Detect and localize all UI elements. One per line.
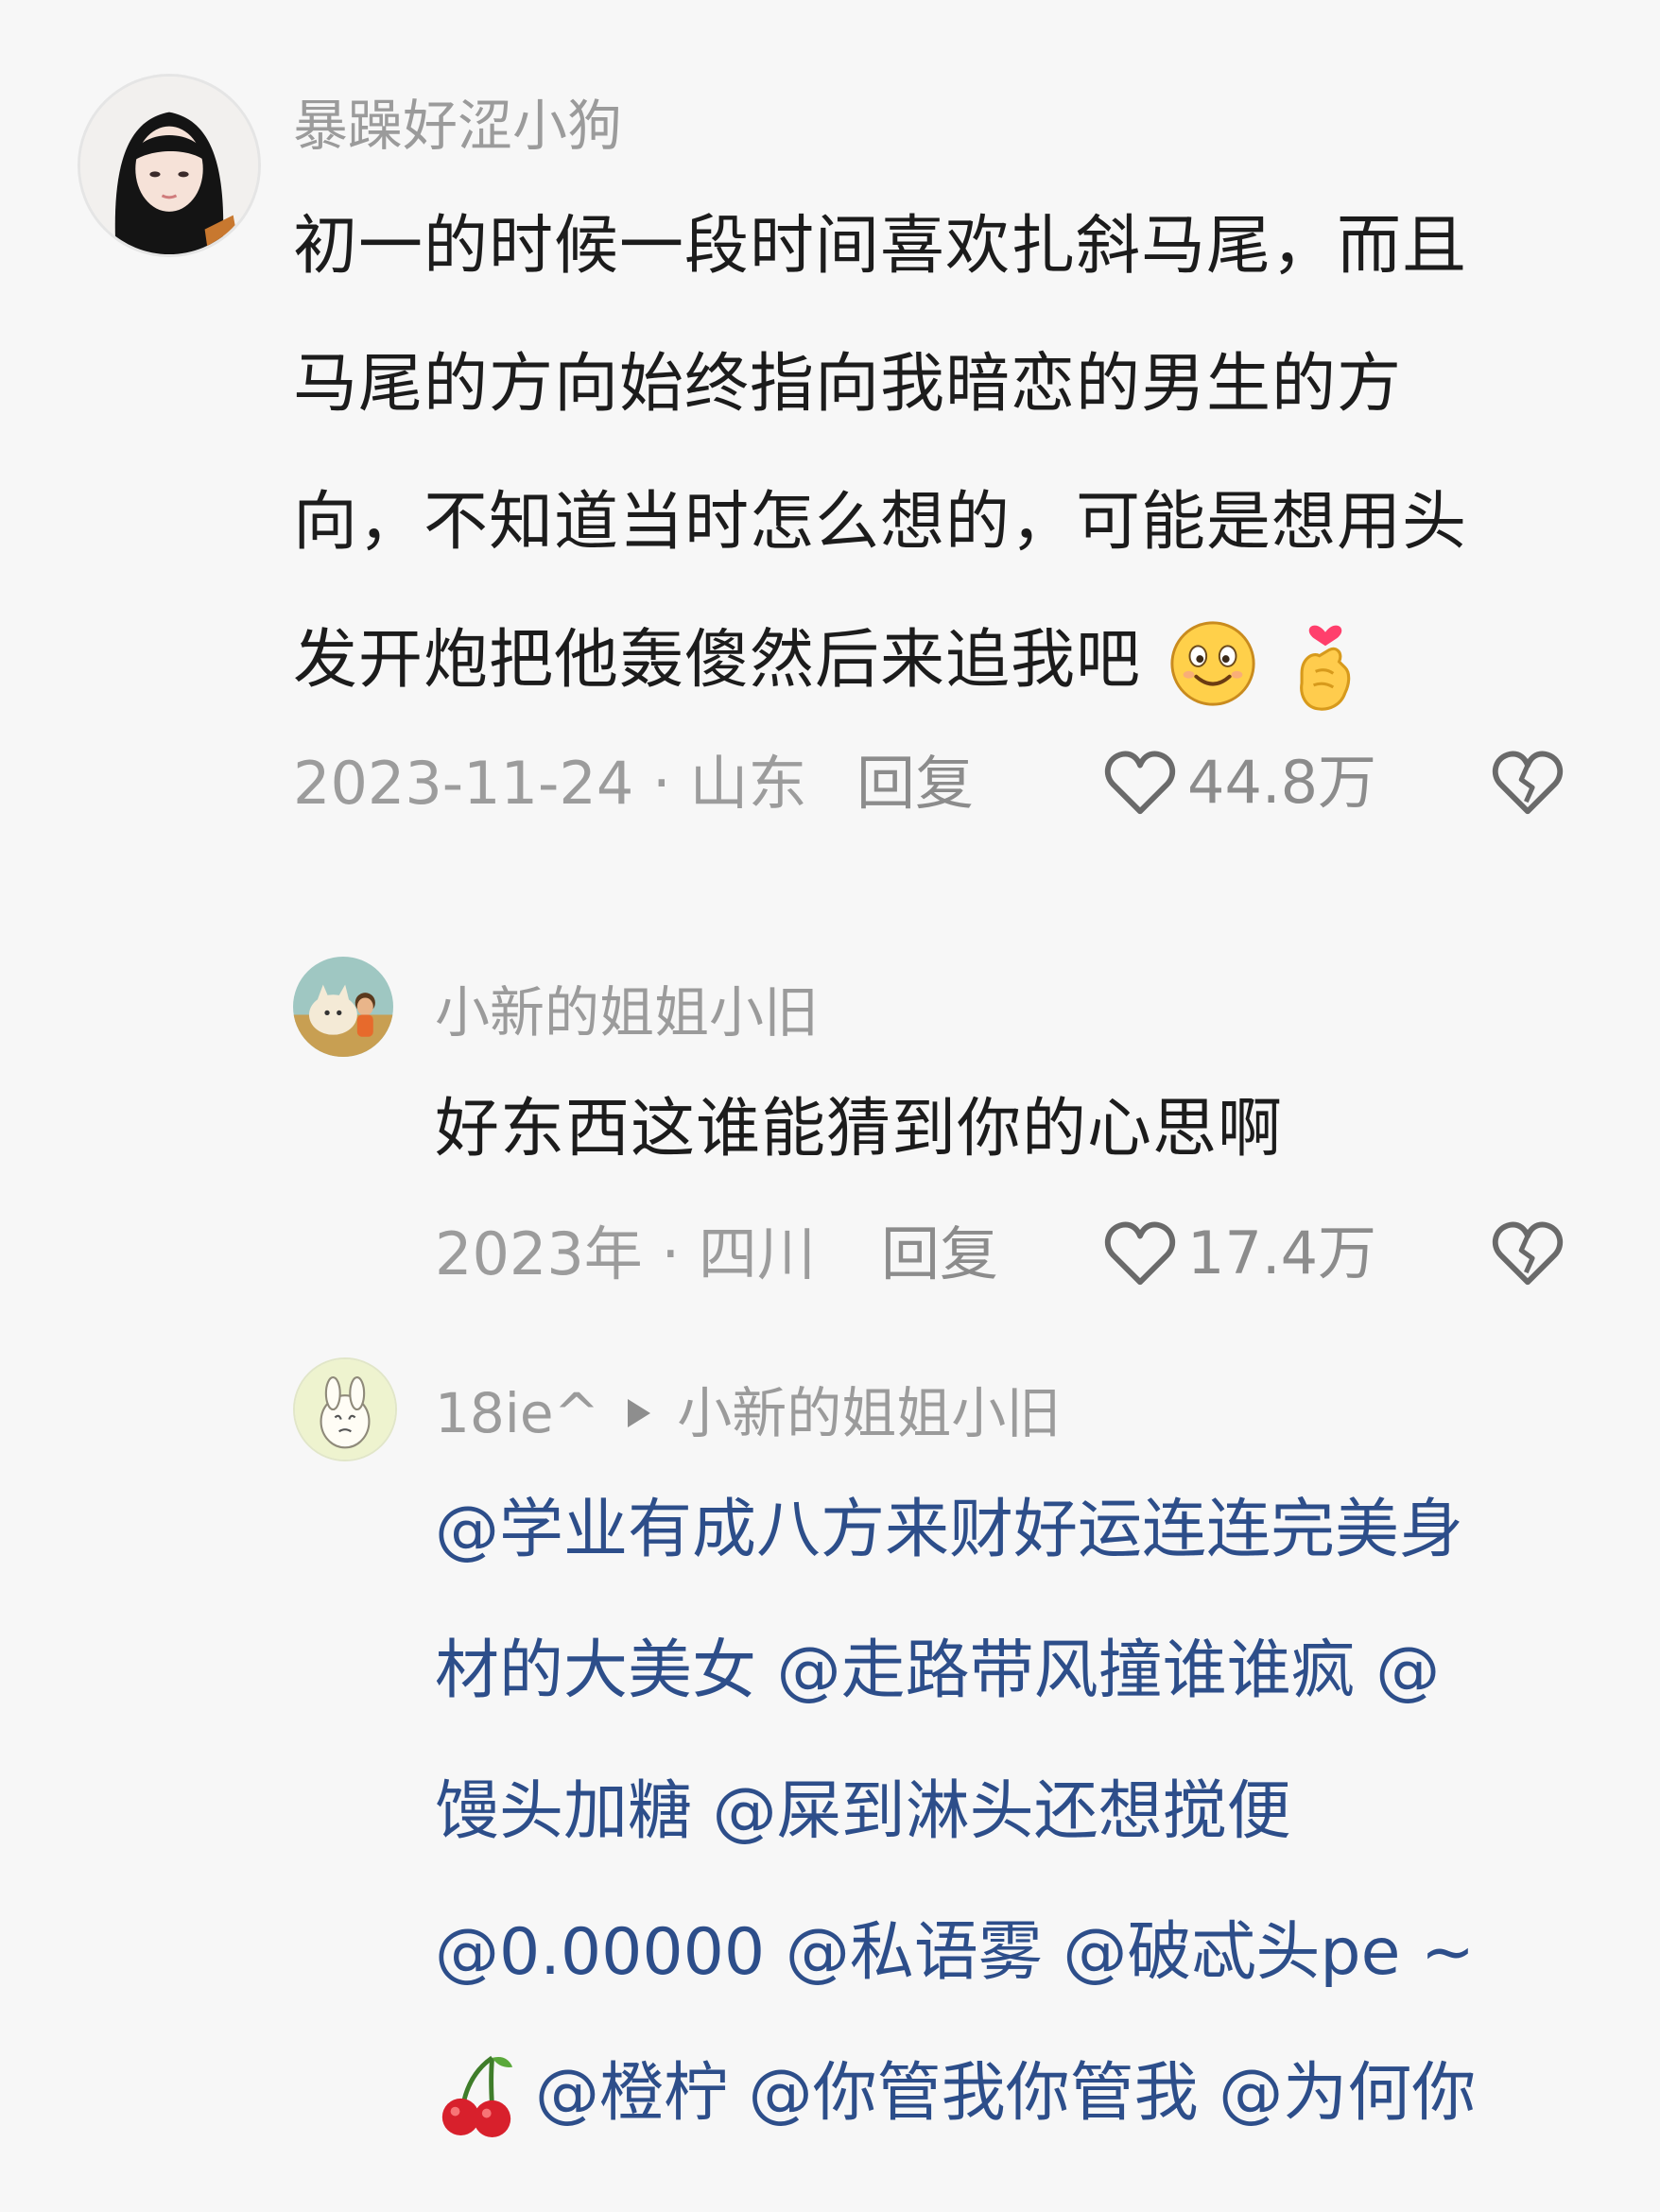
username[interactable]: 暴躁好涩小狗 — [293, 98, 622, 153]
username[interactable]: 小新的姐姐小旧 — [435, 985, 819, 1040]
cherries-icon — [435, 2048, 518, 2139]
reply-header: 18ie^ 小新的姐姐小旧 — [435, 1386, 1061, 1441]
mention-line[interactable]: 馒头加糖 @屎到淋头还想搅便 — [435, 1741, 1654, 1882]
heart-outline-icon — [1100, 743, 1180, 822]
comment-text: @学业有成八方来财好运连连完美身 材的大美女 @走路带风撞谁谁疯 @ 馒头加糖 … — [435, 1460, 1654, 2164]
comment-meta: 2023-11-24 · 山东 — [293, 749, 807, 818]
like-button[interactable]: 44.8万 — [1100, 743, 1376, 822]
mention-line[interactable]: @学业有成八方来财好运连连完美身 — [435, 1460, 1654, 1600]
comment-line: 初一的时候一段时间喜欢扎斜马尾，而且 — [293, 209, 1468, 284]
broken-heart-icon[interactable] — [1488, 743, 1567, 822]
finger-heart-icon — [1286, 613, 1365, 715]
triangle-right-icon — [624, 1397, 652, 1429]
comment-meta: 2023年 · 四川 — [435, 1219, 816, 1288]
comment-text: 初一的时候一段时间喜欢扎斜马尾，而且 马尾的方向始终指向我暗恋的男生的方 向，不… — [293, 178, 1598, 730]
like-count: 17.4万 — [1187, 1218, 1377, 1287]
reply-target-username[interactable]: 小新的姐姐小旧 — [677, 1386, 1061, 1441]
like-count: 44.8万 — [1187, 748, 1377, 817]
mention-line[interactable]: @0.00000 @私语雾 @破忒头pe ~ — [435, 1882, 1654, 2023]
avatar-user-2[interactable] — [293, 957, 393, 1057]
smiling-face-icon — [1167, 617, 1259, 710]
broken-heart-icon[interactable] — [1488, 1214, 1567, 1293]
comment-line-with-emoji: 发开炮把他轰傻然后来追我吧 — [293, 592, 1598, 730]
avatar-user-3[interactable] — [293, 1357, 397, 1461]
comment-line: 发开炮把他轰傻然后来追我吧 — [293, 623, 1142, 698]
like-button[interactable]: 17.4万 — [1100, 1214, 1376, 1293]
comment-line: 向，不知道当时怎么想的，可能是想用头 — [293, 485, 1468, 560]
comment-text: 好东西这谁能猜到你的心思啊 — [435, 1092, 1284, 1166]
reply-button[interactable]: 回复 — [881, 1225, 998, 1284]
heart-outline-icon — [1100, 1214, 1180, 1293]
comment-line: 马尾的方向始终指向我暗恋的男生的方 — [293, 347, 1403, 422]
reply-button[interactable]: 回复 — [856, 754, 974, 813]
mention-line[interactable]: @橙柠 @你管我你管我 @为何你 — [535, 2023, 1476, 2164]
avatar-user-1[interactable] — [78, 74, 261, 257]
mention-line[interactable]: 材的大美女 @走路带风撞谁谁疯 @ — [435, 1600, 1654, 1741]
username[interactable]: 18ie^ — [435, 1386, 599, 1441]
mention-line-with-emoji: @橙柠 @你管我你管我 @为何你 — [435, 2023, 1654, 2164]
